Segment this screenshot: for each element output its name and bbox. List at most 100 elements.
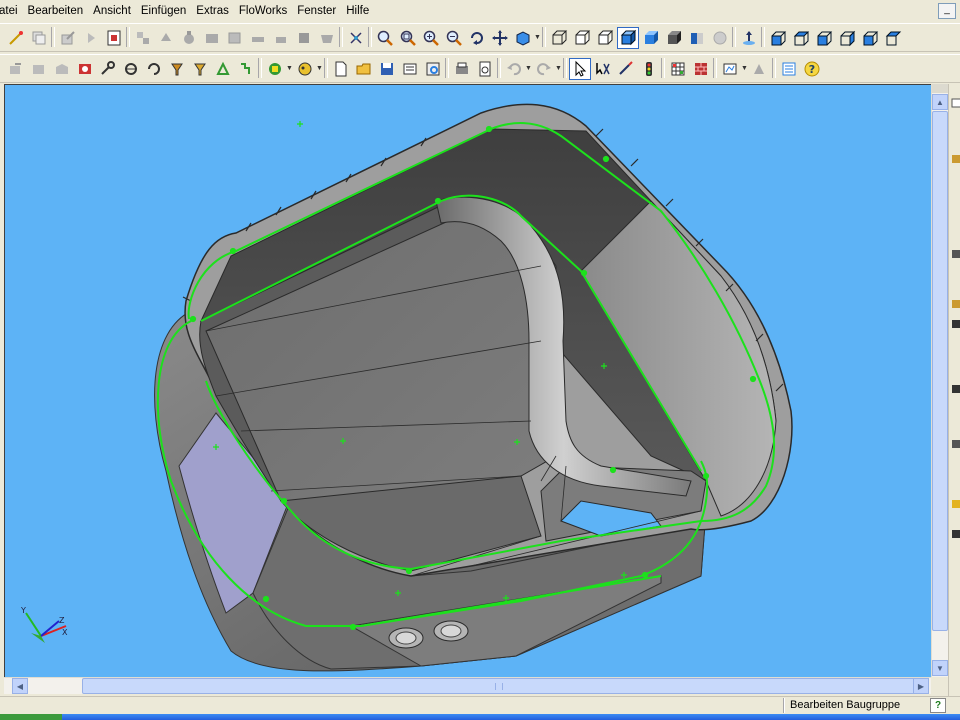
menu-hilfe[interactable]: Hilfe	[341, 0, 374, 22]
shadows-icon[interactable]	[663, 27, 685, 49]
horizontal-scroll-thumb[interactable]	[82, 678, 915, 694]
exploded-view-icon[interactable]	[201, 27, 223, 49]
task-pane-appearances-icon[interactable]	[951, 439, 960, 449]
menu-bearbeiten[interactable]: Bearbeiten	[23, 0, 89, 22]
undo-icon[interactable]	[503, 58, 525, 80]
menu-datei[interactable]: atei	[0, 0, 23, 22]
arrow-icon[interactable]	[80, 27, 102, 49]
save-icon[interactable]	[376, 58, 398, 80]
vertical-scroll-thumb[interactable]	[932, 111, 948, 631]
copy-icon[interactable]	[28, 27, 50, 49]
options-icon[interactable]	[235, 58, 257, 80]
help-icon[interactable]: ?	[801, 58, 823, 80]
start-button[interactable]	[0, 714, 62, 720]
view-orientation-icon[interactable]	[512, 27, 534, 49]
task-pane-search-icon[interactable]	[951, 319, 960, 329]
split-handle[interactable]	[932, 84, 948, 93]
sketch-line-icon[interactable]	[5, 27, 27, 49]
move-icon[interactable]	[5, 58, 27, 80]
vertical-scrollbar[interactable]: ▲ ▼	[931, 84, 948, 677]
pan-icon[interactable]	[489, 27, 511, 49]
insert-component-icon[interactable]	[103, 27, 125, 49]
back-view-icon[interactable]	[790, 27, 812, 49]
sheet-metal-icon[interactable]	[51, 58, 73, 80]
right-view-icon[interactable]	[836, 27, 858, 49]
appearance-icon[interactable]	[294, 58, 316, 80]
appearance-dropdown[interactable]: ▼	[316, 58, 323, 80]
graphics-area[interactable]: X Y Z	[4, 84, 931, 677]
recycle-icon[interactable]	[212, 58, 234, 80]
list-properties-icon[interactable]	[778, 58, 800, 80]
top-view-icon[interactable]	[859, 27, 881, 49]
hidden-lines-removed-icon[interactable]	[594, 27, 616, 49]
task-pane-materials-icon[interactable]	[951, 529, 960, 539]
left-view-icon[interactable]	[813, 27, 835, 49]
bottom-view-icon[interactable]	[882, 27, 904, 49]
smart-fastener-icon[interactable]	[247, 27, 269, 49]
scroll-left-button[interactable]: ◀	[12, 678, 28, 694]
realview-icon[interactable]	[709, 27, 731, 49]
scroll-right-button[interactable]: ▶	[913, 678, 929, 694]
print-icon[interactable]	[399, 58, 421, 80]
mate-icon[interactable]	[132, 27, 154, 49]
tools-icon[interactable]	[97, 58, 119, 80]
shaded-with-edges-icon[interactable]	[616, 26, 639, 49]
rebuild-icon[interactable]	[749, 58, 771, 80]
mold-icon[interactable]	[143, 58, 165, 80]
front-view-icon[interactable]	[767, 27, 789, 49]
rotate-view-icon[interactable]	[466, 27, 488, 49]
status-help-button[interactable]: ?	[930, 698, 946, 713]
minimize-button[interactable]: _	[938, 3, 956, 19]
new-document-icon[interactable]	[330, 58, 352, 80]
menu-floworks[interactable]: FloWorks	[234, 0, 292, 22]
undo-dropdown[interactable]: ▼	[525, 58, 532, 80]
zoom-selection-icon[interactable]	[443, 27, 465, 49]
sensor-dropdown[interactable]: ▼	[741, 58, 748, 80]
weldment-icon[interactable]	[120, 58, 142, 80]
model-view[interactable]: X Y Z	[5, 85, 931, 677]
smart-dimension-icon[interactable]	[345, 27, 367, 49]
open-folder-icon[interactable]	[353, 58, 375, 80]
section-view-icon[interactable]	[686, 27, 708, 49]
grid-icon[interactable]	[667, 58, 689, 80]
menu-fenster[interactable]: Fenster	[292, 0, 341, 22]
menu-einfuegen[interactable]: Einfügen	[136, 0, 191, 22]
split-icon[interactable]	[189, 58, 211, 80]
normal-to-icon[interactable]	[738, 27, 760, 49]
select-other-icon[interactable]	[592, 58, 614, 80]
mirror-component-icon[interactable]	[316, 27, 338, 49]
brick-material-icon[interactable]	[690, 58, 712, 80]
horizontal-scrollbar[interactable]: ◀ ▶	[4, 677, 931, 694]
task-pane-resources-icon[interactable]	[951, 249, 960, 259]
hidden-lines-visible-icon[interactable]	[571, 27, 593, 49]
print-preview-icon[interactable]	[422, 58, 444, 80]
document-properties-icon[interactable]	[474, 58, 496, 80]
zoom-to-fit-icon[interactable]	[374, 27, 396, 49]
edit-component-icon[interactable]	[57, 27, 79, 49]
task-pane-home-icon[interactable]	[951, 98, 960, 108]
scroll-up-button[interactable]: ▲	[932, 94, 948, 110]
shaded-icon[interactable]	[640, 27, 662, 49]
zoom-in-out-icon[interactable]	[420, 27, 442, 49]
move-component-icon[interactable]	[155, 27, 177, 49]
task-pane-view-palette-icon[interactable]	[951, 384, 960, 394]
design-library-icon[interactable]	[264, 58, 286, 80]
gear-icon[interactable]	[28, 58, 50, 80]
task-pane-custom-properties-icon[interactable]	[951, 499, 960, 509]
rotate-component-icon[interactable]	[178, 27, 200, 49]
feature-icon[interactable]	[270, 27, 292, 49]
sensor-icon[interactable]	[719, 58, 741, 80]
options-gear-icon[interactable]	[451, 58, 473, 80]
redo-icon[interactable]	[533, 58, 555, 80]
assembly-feature-icon[interactable]	[293, 27, 315, 49]
menu-ansicht[interactable]: Ansicht	[88, 0, 136, 22]
select-icon[interactable]	[568, 57, 591, 80]
edit-sketch-icon[interactable]	[615, 58, 637, 80]
surface-icon[interactable]	[166, 58, 188, 80]
hide-show-icon[interactable]	[224, 27, 246, 49]
traffic-light-icon[interactable]	[638, 58, 660, 80]
menu-extras[interactable]: Extras	[191, 0, 234, 22]
redo-dropdown[interactable]: ▼	[555, 58, 562, 80]
rotate-icon[interactable]	[74, 58, 96, 80]
task-pane-file-explorer-icon[interactable]	[951, 299, 960, 309]
